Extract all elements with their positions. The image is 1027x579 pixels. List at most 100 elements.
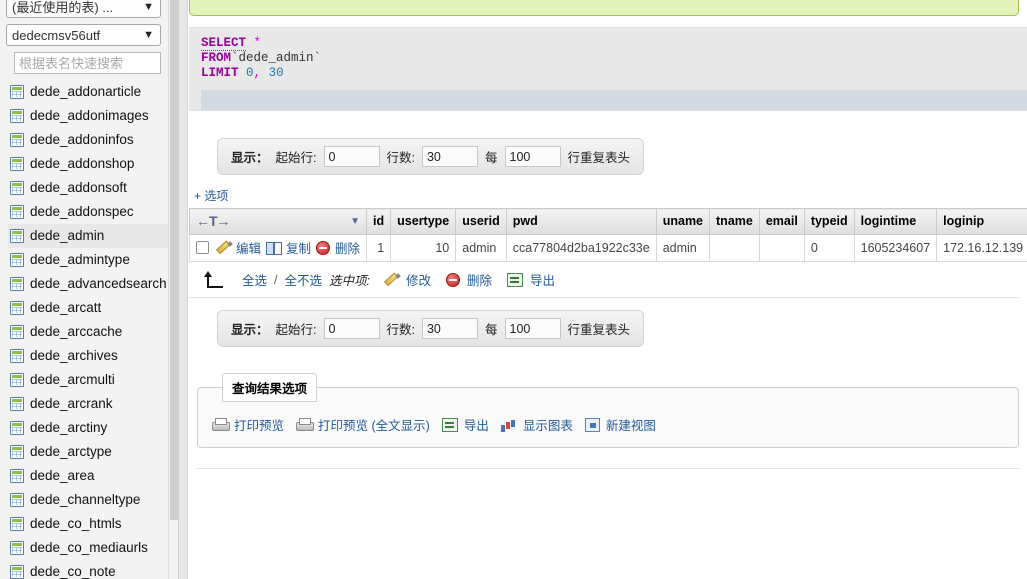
column-header-tname[interactable]: tname xyxy=(710,209,760,235)
every-label: 每 xyxy=(485,319,498,338)
results-header-actions[interactable]: ←T→ ▼ xyxy=(190,209,367,235)
with-selected-label: 选中项: xyxy=(329,270,370,289)
list-item[interactable]: dede_co_mediaurls xyxy=(8,536,178,560)
table-icon xyxy=(10,373,24,387)
database-select[interactable]: dedecmsv56utf ▼ xyxy=(6,24,161,46)
table-icon xyxy=(10,445,24,459)
chart-icon[interactable] xyxy=(501,418,517,432)
column-header-usertype[interactable]: usertype xyxy=(391,209,456,235)
list-item[interactable]: dede_channeltype xyxy=(8,488,178,512)
pencil-icon[interactable] xyxy=(217,241,231,255)
list-item[interactable]: dede_addoninfos xyxy=(8,128,178,152)
list-item[interactable]: dede_archives xyxy=(8,344,178,368)
printer-icon[interactable] xyxy=(212,418,228,432)
table-name: dede_channeltype xyxy=(30,488,140,512)
options-toggle-link[interactable]: + 选项 xyxy=(194,189,228,203)
column-header-typeid[interactable]: typeid xyxy=(804,209,854,235)
table-name: dede_admin xyxy=(30,224,104,248)
table-name: dede_admintype xyxy=(30,248,130,272)
list-item[interactable]: dede_admintype xyxy=(8,248,178,272)
list-item[interactable]: dede_addonspec xyxy=(8,200,178,224)
list-item[interactable]: dede_area xyxy=(8,464,178,488)
chevron-down-icon: ▼ xyxy=(143,26,154,45)
table-icon xyxy=(10,517,24,531)
table-quick-search-input[interactable]: 根据表名快速搜索 xyxy=(14,52,161,74)
delete-selected-link[interactable]: 删除 xyxy=(467,270,492,289)
deselect-all-link[interactable]: 全不选 xyxy=(285,270,323,289)
sidebar-item-dede-admin[interactable]: dede_admin xyxy=(8,224,178,248)
delete-icon[interactable] xyxy=(446,273,460,287)
copy-row-link[interactable]: 复制 xyxy=(286,238,311,257)
sql-line-2: FROM`dede_admin` xyxy=(201,51,1027,66)
list-item[interactable]: dede_advancedsearch xyxy=(8,272,178,296)
list-item[interactable]: dede_addonsoft xyxy=(8,176,178,200)
list-item[interactable]: dede_co_note xyxy=(8,560,178,579)
list-item[interactable]: dede_addonarticle xyxy=(8,80,178,104)
table-row: 编辑 复制 删除 1 10 admin cca77804d2ba1922c33e… xyxy=(190,235,1027,262)
column-header-userid[interactable]: userid xyxy=(456,209,507,235)
row-select-checkbox[interactable] xyxy=(196,241,209,254)
sidebar-scrollbar-thumb[interactable] xyxy=(170,0,178,520)
num-rows-label: 行数: xyxy=(387,319,415,338)
table-icon xyxy=(10,109,24,123)
sql-star: * xyxy=(254,36,262,50)
sidebar-scrollbar[interactable] xyxy=(168,0,178,579)
modify-selected-link[interactable]: 修改 xyxy=(406,270,431,289)
table-quick-search-placeholder: 根据表名快速搜索 xyxy=(19,56,123,71)
list-item[interactable]: dede_arccache xyxy=(8,320,178,344)
copy-icon[interactable] xyxy=(266,241,281,255)
sql-query-box[interactable]: SELECT * FROM`dede_admin` LIMIT 0, 30 xyxy=(189,27,1027,111)
column-header-uname[interactable]: uname xyxy=(656,209,709,235)
delete-row-link[interactable]: 删除 xyxy=(335,238,360,257)
column-header-id[interactable]: id xyxy=(367,209,391,235)
printer-icon[interactable] xyxy=(296,418,312,432)
delete-icon[interactable] xyxy=(316,241,330,255)
bulk-action-bar: 全选 / 全不选 选中项: 修改 删除 导出 xyxy=(203,270,1027,289)
nav-arrows-icon[interactable]: ←T→ xyxy=(196,213,230,229)
export-selected-link[interactable]: 导出 xyxy=(530,270,555,289)
table-icon xyxy=(10,181,24,195)
recent-tables-select[interactable]: (最近使用的表) ... ▼ xyxy=(6,0,161,18)
list-item[interactable]: dede_arcrank xyxy=(8,392,178,416)
pencil-icon[interactable] xyxy=(385,273,399,287)
repeat-headers-input-bottom[interactable] xyxy=(505,318,561,339)
list-item[interactable]: dede_addonshop xyxy=(8,152,178,176)
select-all-link[interactable]: 全选 xyxy=(242,270,267,289)
print-preview-link[interactable]: 打印预览 xyxy=(234,415,284,434)
start-row-input[interactable] xyxy=(324,146,380,167)
chevron-down-icon[interactable]: ▼ xyxy=(350,216,360,227)
table-name: dede_addonimages xyxy=(30,104,149,128)
table-icon xyxy=(10,205,24,219)
list-item[interactable]: dede_arctype xyxy=(8,440,178,464)
export-icon[interactable] xyxy=(442,418,458,432)
list-item[interactable]: dede_arctiny xyxy=(8,416,178,440)
list-item[interactable]: dede_co_htmls xyxy=(8,512,178,536)
edit-row-link[interactable]: 编辑 xyxy=(236,238,261,257)
repeat-headers-input[interactable] xyxy=(505,146,561,167)
print-preview-full-link[interactable]: 打印预览 (全文显示) xyxy=(318,415,430,434)
table-name: dede_co_mediaurls xyxy=(30,536,148,560)
view-icon[interactable] xyxy=(585,418,600,432)
export-results-link[interactable]: 导出 xyxy=(464,415,489,434)
table-name: dede_archives xyxy=(30,344,118,368)
create-view-link[interactable]: 新建视图 xyxy=(606,415,656,434)
list-item[interactable]: dede_addonimages xyxy=(8,104,178,128)
sql-keyword-from: FROM xyxy=(201,51,231,65)
table-name: dede_addonspec xyxy=(30,200,134,224)
list-item[interactable]: dede_arcatt xyxy=(8,296,178,320)
column-header-pwd[interactable]: pwd xyxy=(506,209,656,235)
cell-userid: admin xyxy=(456,235,507,262)
show-chart-link[interactable]: 显示图表 xyxy=(523,415,573,434)
sql-line-3: LIMIT 0, 30 xyxy=(201,66,1027,81)
num-rows-input-bottom[interactable] xyxy=(422,318,478,339)
column-header-loginip[interactable]: loginip xyxy=(937,209,1027,235)
list-item[interactable]: dede_arcmulti xyxy=(8,368,178,392)
num-rows-input[interactable] xyxy=(422,146,478,167)
export-icon[interactable] xyxy=(507,273,523,287)
column-header-email[interactable]: email xyxy=(759,209,804,235)
table-name: dede_arccache xyxy=(30,320,122,344)
start-row-input-bottom[interactable] xyxy=(324,318,380,339)
column-header-logintime[interactable]: logintime xyxy=(854,209,937,235)
table-icon xyxy=(10,565,24,579)
phpmyadmin-window: (最近使用的表) ... ▼ dedecmsv56utf ▼ 根据表名快速搜索 … xyxy=(0,0,1027,579)
